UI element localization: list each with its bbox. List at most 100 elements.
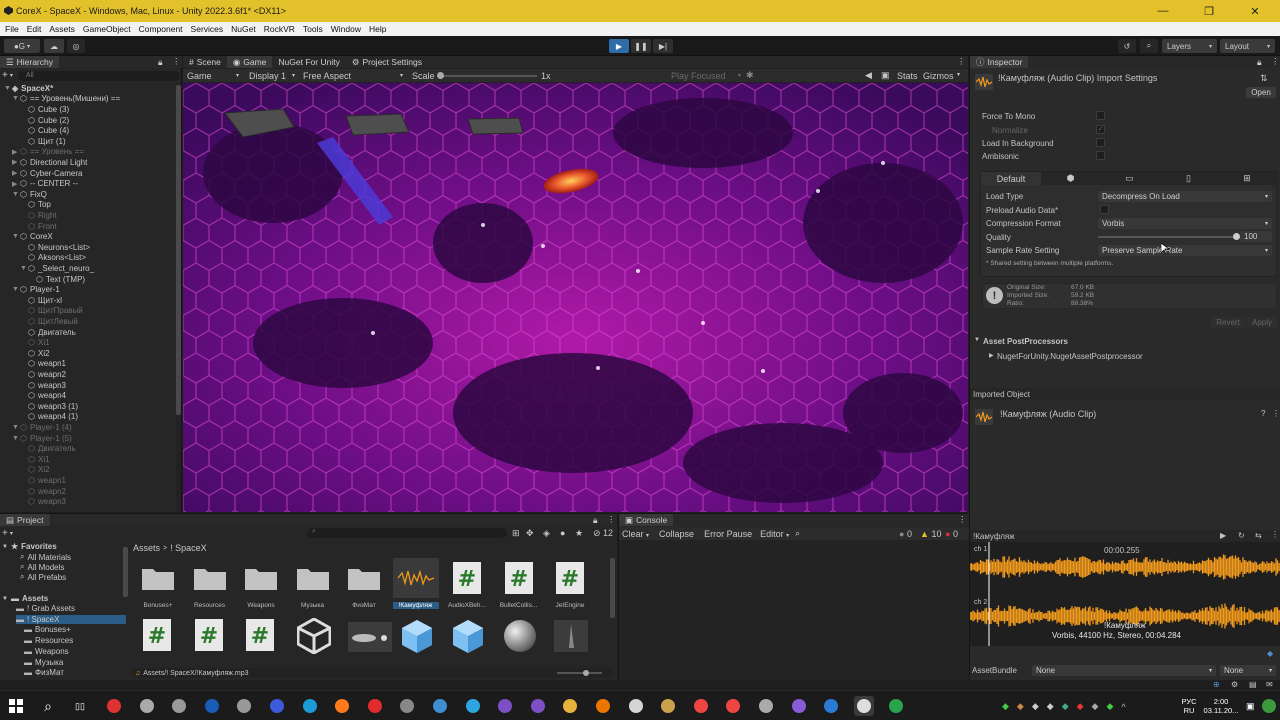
more-icon[interactable]: ⋮ xyxy=(1272,409,1280,418)
chrome-taskbar-button[interactable] xyxy=(691,696,711,716)
assets-tree-item[interactable]: ▬! Grab Assets xyxy=(16,604,75,613)
tab-android[interactable]: ⬢ xyxy=(1041,172,1100,185)
hierarchy-item[interactable]: ⬡ Neurons<List> xyxy=(0,242,175,253)
hierarchy-item[interactable]: ⬡ Двигатель xyxy=(0,327,175,338)
hierarchy-item[interactable]: ⬡ Xi2 xyxy=(0,465,175,476)
favorites-item[interactable]: ⌕ All Materials xyxy=(20,552,71,562)
console-log-area[interactable] xyxy=(619,540,969,681)
collab-button[interactable]: ◎ xyxy=(67,39,85,53)
chevron-down-icon[interactable]: ▾ xyxy=(957,71,960,78)
preload-checkbox[interactable] xyxy=(1100,205,1109,214)
revert-button[interactable]: Revert xyxy=(1211,317,1245,328)
layers-dropdown[interactable]: Layers ▾ xyxy=(1162,39,1217,53)
lock-icon[interactable]: 🔒︎ xyxy=(158,57,163,68)
unity-taskbar-button[interactable] xyxy=(853,696,874,716)
menu-file[interactable]: File xyxy=(5,24,19,34)
hierarchy-item[interactable]: ▼ ⬡ == Уровень(Мишени) == xyxy=(0,94,175,105)
hierarchy-scrollbar[interactable] xyxy=(176,83,181,511)
loop-icon[interactable]: ↻ xyxy=(1238,531,1245,540)
search-button[interactable]: ⌕ xyxy=(1140,39,1158,53)
project-search-input[interactable]: ⌕ xyxy=(307,528,507,538)
tab-scene[interactable]: # Scene xyxy=(183,56,227,68)
hierarchy-item[interactable]: ▼ ⬡ Player-1 xyxy=(0,284,175,295)
chevron-down-icon[interactable]: ▼ xyxy=(12,191,20,198)
itunes-taskbar-button[interactable] xyxy=(626,696,646,716)
audio-icon[interactable]: ◀ xyxy=(865,70,872,81)
more-icon[interactable]: ⋮ xyxy=(1271,530,1279,539)
hierarchy-item[interactable]: ⬡ Aksons<List> xyxy=(0,253,175,264)
favorites-item[interactable]: ⌕ All Models xyxy=(20,562,64,572)
visual-studio-taskbar-button[interactable] xyxy=(528,696,548,716)
edge-taskbar-button[interactable] xyxy=(300,696,320,716)
hierarchy-item[interactable]: ⬡ weapn3 xyxy=(0,380,175,391)
hierarchy-item[interactable]: ⬡ weapn1 xyxy=(0,475,175,486)
normalize-checkbox[interactable]: ✓ xyxy=(1096,125,1105,134)
csharp-script-icon[interactable]: # xyxy=(194,618,228,658)
hierarchy-item[interactable]: ⬡ weapn3 (1) xyxy=(0,401,175,412)
save-taskbar-button[interactable] xyxy=(267,696,287,716)
hierarchy-item[interactable]: ⬡ Щит-xl xyxy=(0,295,175,306)
lock-icon[interactable]: 🔒︎ xyxy=(593,515,598,526)
mute-icon[interactable]: ✱ xyxy=(746,70,754,81)
hierarchy-item[interactable]: ▼ ⬡ CoreX xyxy=(0,231,175,242)
scale-slider[interactable] xyxy=(437,72,537,79)
language-indicator[interactable]: РУС RU xyxy=(1178,697,1200,715)
menu-gameobject[interactable]: GameObject xyxy=(83,24,131,34)
more-icon[interactable]: ⋮ xyxy=(172,56,181,67)
tray-icon[interactable]: ◆ xyxy=(1062,701,1069,712)
usb-taskbar-button[interactable] xyxy=(169,696,189,716)
chevron-down-icon[interactable]: ▼ xyxy=(12,95,20,102)
assets-tree-item[interactable]: ▬! SpaceX xyxy=(16,614,126,624)
tab-standalone[interactable]: ▭ xyxy=(1100,172,1159,185)
postprocessor-item[interactable]: NugetForUnity.NugetAssetPostprocessor xyxy=(997,352,1143,361)
tray-icon[interactable]: ◆ xyxy=(1047,701,1054,712)
scale-slider-handle[interactable] xyxy=(437,72,444,79)
chevron-down-icon[interactable]: ▼ xyxy=(20,265,28,272)
display-dropdown[interactable]: Display 1 ▾ xyxy=(247,70,297,81)
menu-nuget[interactable]: NuGet xyxy=(231,24,256,34)
breadcrumb-current[interactable]: ! SpaceX xyxy=(170,543,207,553)
terminal-taskbar-button[interactable] xyxy=(886,696,906,716)
layout-dropdown[interactable]: Layout ▾ xyxy=(1220,39,1275,53)
quality-slider-handle[interactable] xyxy=(1232,233,1240,240)
material-icon[interactable] xyxy=(554,618,588,658)
hierarchy-item[interactable]: ⬡ Xi1 xyxy=(0,337,175,348)
clear-button[interactable]: Clear ▾ xyxy=(622,529,649,539)
network-taskbar-button[interactable] xyxy=(430,696,450,716)
hierarchy-item[interactable]: ⬡ Top xyxy=(0,200,175,211)
hierarchy-item[interactable]: ▼ ⬡ _Select_neuro_ xyxy=(0,263,175,274)
csharp-script-icon[interactable]: # xyxy=(142,618,176,658)
label-filter-icon[interactable]: ◈ xyxy=(543,528,550,539)
visual-studio-taskbar-button[interactable] xyxy=(495,696,515,716)
close-button[interactable]: ✕ xyxy=(1232,0,1278,22)
maximize-view-icon[interactable]: ▣ xyxy=(881,70,890,81)
message-count[interactable]: ● 0 xyxy=(899,529,912,539)
history-button[interactable]: ↺ xyxy=(1118,39,1136,53)
assetbundle-dropdown[interactable]: None ▾ xyxy=(1032,665,1216,676)
chevron-down-icon[interactable]: ▶ xyxy=(12,158,20,166)
chrome-taskbar-button[interactable] xyxy=(104,696,124,716)
vlc-taskbar-button[interactable] xyxy=(137,696,157,716)
assets-tree-item[interactable]: ▬ Weapons xyxy=(24,647,69,656)
cube-prefab-icon[interactable] xyxy=(400,618,434,658)
quality-input[interactable]: 100 xyxy=(1240,231,1272,242)
search-icon[interactable]: ⌕ xyxy=(795,528,800,539)
type-filter-icon[interactable]: ✥ xyxy=(526,528,534,539)
chevron-down-icon[interactable]: ▼ xyxy=(12,233,20,240)
hierarchy-item[interactable]: ▼ ⬡ Player-1 (4) xyxy=(0,422,175,433)
asset-item[interactable]: # BulletCollis... xyxy=(496,558,542,609)
chevron-down-icon[interactable]: ▶ xyxy=(12,169,20,177)
chevron-down-icon[interactable]: ▶ xyxy=(12,180,20,188)
asset-grid-scrollbar[interactable] xyxy=(610,558,615,618)
hierarchy-item[interactable]: ▶ ⬡ Cyber-Camera xyxy=(0,168,175,179)
menu-component[interactable]: Component xyxy=(139,24,183,34)
assets-tree-item[interactable]: ▬ ФизМат xyxy=(24,668,64,677)
cloud-button[interactable]: ☁ xyxy=(44,39,64,53)
assets-tree-item[interactable]: ▬ Resources xyxy=(24,636,73,645)
debug-icon[interactable]: ⚙ xyxy=(1231,680,1238,689)
pencil-taskbar-button[interactable] xyxy=(560,696,580,716)
hierarchy-item[interactable]: ⬡ Xi2 xyxy=(0,348,175,359)
tray-icon[interactable]: ◆ xyxy=(1092,701,1099,712)
tab-inspector[interactable]: ⓘ Inspector xyxy=(970,56,1029,68)
tray-icon[interactable]: ◆ xyxy=(1017,701,1024,712)
